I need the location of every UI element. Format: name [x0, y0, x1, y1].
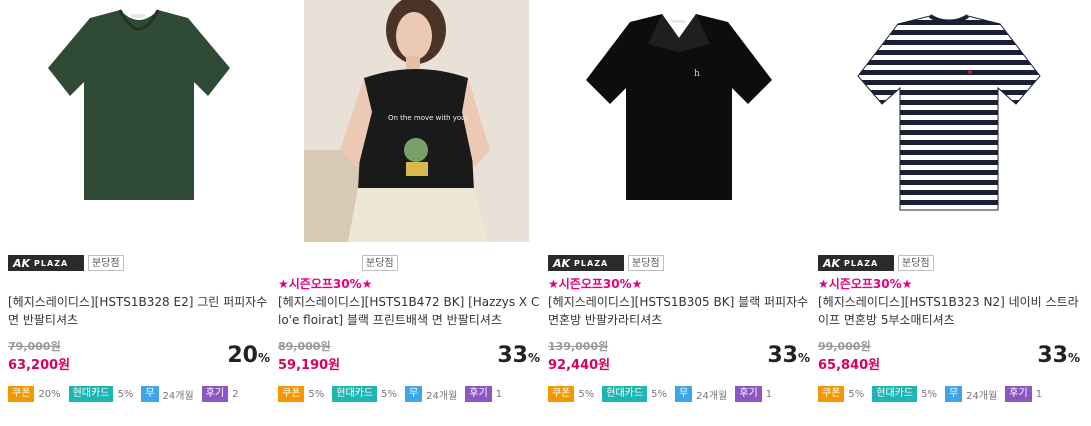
- review-count: 1: [1035, 388, 1043, 400]
- product-title[interactable]: [헤지스레이디스][HSTS1B472 BK] [Hazzys X Clo'e …: [278, 293, 540, 329]
- installment-value: 24개월: [162, 390, 194, 402]
- sale-price: 59,190원: [278, 358, 341, 373]
- installment-badge: 무: [141, 386, 159, 402]
- product-title[interactable]: [헤지스레이디스][HSTS1B328 E2] 그린 퍼피자수 면 반팔티셔츠: [8, 293, 270, 329]
- discount-rate: 20%: [227, 343, 270, 368]
- card-value: 5%: [921, 388, 937, 400]
- benefit-tags: 쿠폰 20% 현대카드 5% 무 24개월 후기 2: [8, 386, 242, 402]
- coupon-value: 5%: [848, 388, 865, 400]
- ak-plaza-logo[interactable]: AK PLAZA: [818, 255, 894, 271]
- review-badge[interactable]: 후기: [735, 386, 762, 402]
- benefit-tags: 쿠폰 5% 현대카드 5% 무 24개월 후기 1: [548, 386, 776, 402]
- store-row: AK PLAZA 분당점: [548, 254, 664, 272]
- installment-value: 24개월: [966, 390, 998, 402]
- svg-text:On the move with you!: On the move with you!: [388, 114, 468, 122]
- card-value: 5%: [117, 388, 134, 400]
- promo-label: ★시즌오프30%★: [818, 277, 913, 291]
- benefit-tags: 쿠폰 5% 현대카드 5% 무 24개월 후기 1: [818, 386, 1046, 402]
- installment-badge: 무: [944, 386, 963, 402]
- product-image[interactable]: [818, 0, 1080, 242]
- branch-badge: 분당점: [362, 255, 398, 271]
- coupon-value: 5%: [578, 388, 595, 400]
- product-image[interactable]: On the move with you!: [278, 0, 540, 242]
- sale-price: 92,440원: [548, 358, 611, 373]
- product-title[interactable]: [헤지스레이디스][HSTS1B323 N2] 네이비 스트라이프 면혼방 5부…: [818, 293, 1080, 329]
- branch-badge: 분당점: [898, 255, 934, 271]
- product-card[interactable]: AK PLAZA 분당점 [헤지스레이디스][HSTS1B328 E2] 그린 퍼…: [8, 0, 270, 426]
- card-badge: 현대카드: [602, 386, 648, 402]
- review-count: 2: [232, 388, 239, 400]
- store-row: AK PLAZA 분당점: [818, 254, 934, 272]
- coupon-value: 20%: [38, 388, 61, 400]
- discount-rate: 33%: [497, 343, 540, 368]
- svg-text:h: h: [694, 69, 700, 79]
- branch-badge: 분당점: [88, 255, 124, 271]
- promo-label: ★시즌오프30%★: [548, 277, 643, 291]
- promo-label: ★시즌오프30%★: [278, 277, 373, 291]
- review-badge[interactable]: 후기: [201, 386, 229, 402]
- installment-value: 24개월: [696, 390, 728, 402]
- original-price: 89,000원: [278, 340, 331, 353]
- branch-badge: 분당점: [628, 255, 664, 271]
- original-price: 139,000원: [548, 340, 609, 353]
- review-count: 1: [495, 388, 503, 400]
- product-card[interactable]: AK PLAZA 분당점 ★시즌오프30%★ [헤지스레이디스][HSTS1B32…: [818, 0, 1080, 426]
- ak-plaza-logo[interactable]: AK PLAZA: [8, 255, 84, 271]
- coupon-value: 5%: [308, 388, 325, 400]
- card-badge: 현대카드: [872, 386, 918, 402]
- review-badge[interactable]: 후기: [465, 386, 492, 402]
- discount-rate: 33%: [767, 343, 810, 368]
- discount-rate: 33%: [1037, 343, 1080, 368]
- coupon-badge: 쿠폰: [8, 386, 35, 402]
- product-image[interactable]: h: [548, 0, 810, 242]
- installment-badge: 무: [404, 386, 423, 402]
- sale-price: 65,840원: [818, 358, 881, 373]
- original-price: 99,000원: [818, 340, 871, 353]
- benefit-tags: 쿠폰 5% 현대카드 5% 무 24개월 후기 1: [278, 386, 506, 402]
- coupon-badge: 쿠폰: [278, 386, 305, 402]
- card-value: 5%: [651, 388, 667, 400]
- card-badge: 현대카드: [332, 386, 378, 402]
- product-card[interactable]: On the move with you! 분당점 ★시즌오프30%★ [헤지스…: [278, 0, 540, 426]
- coupon-badge: 쿠폰: [818, 386, 845, 402]
- coupon-badge: 쿠폰: [548, 386, 575, 402]
- installment-badge: 무: [674, 386, 693, 402]
- review-badge[interactable]: 후기: [1005, 386, 1032, 402]
- review-count: 1: [765, 388, 773, 400]
- product-card[interactable]: h AK PLAZA 분당점 ★시즌오프30%★ [헤지스레이디스][HSTS1B…: [548, 0, 810, 426]
- installment-value: 24개월: [426, 390, 458, 402]
- product-image[interactable]: [8, 0, 270, 242]
- product-title[interactable]: [헤지스레이디스][HSTS1B305 BK] 블랙 퍼피자수 면혼방 반팔카라…: [548, 293, 810, 329]
- original-price: 79,000원: [8, 340, 61, 353]
- ak-plaza-logo[interactable]: AK PLAZA: [548, 255, 624, 271]
- store-row: 분당점: [278, 254, 398, 272]
- card-badge: 현대카드: [68, 386, 114, 402]
- card-value: 5%: [381, 388, 397, 400]
- sale-price: 63,200원: [8, 358, 71, 373]
- store-row: AK PLAZA 분당점: [8, 254, 124, 272]
